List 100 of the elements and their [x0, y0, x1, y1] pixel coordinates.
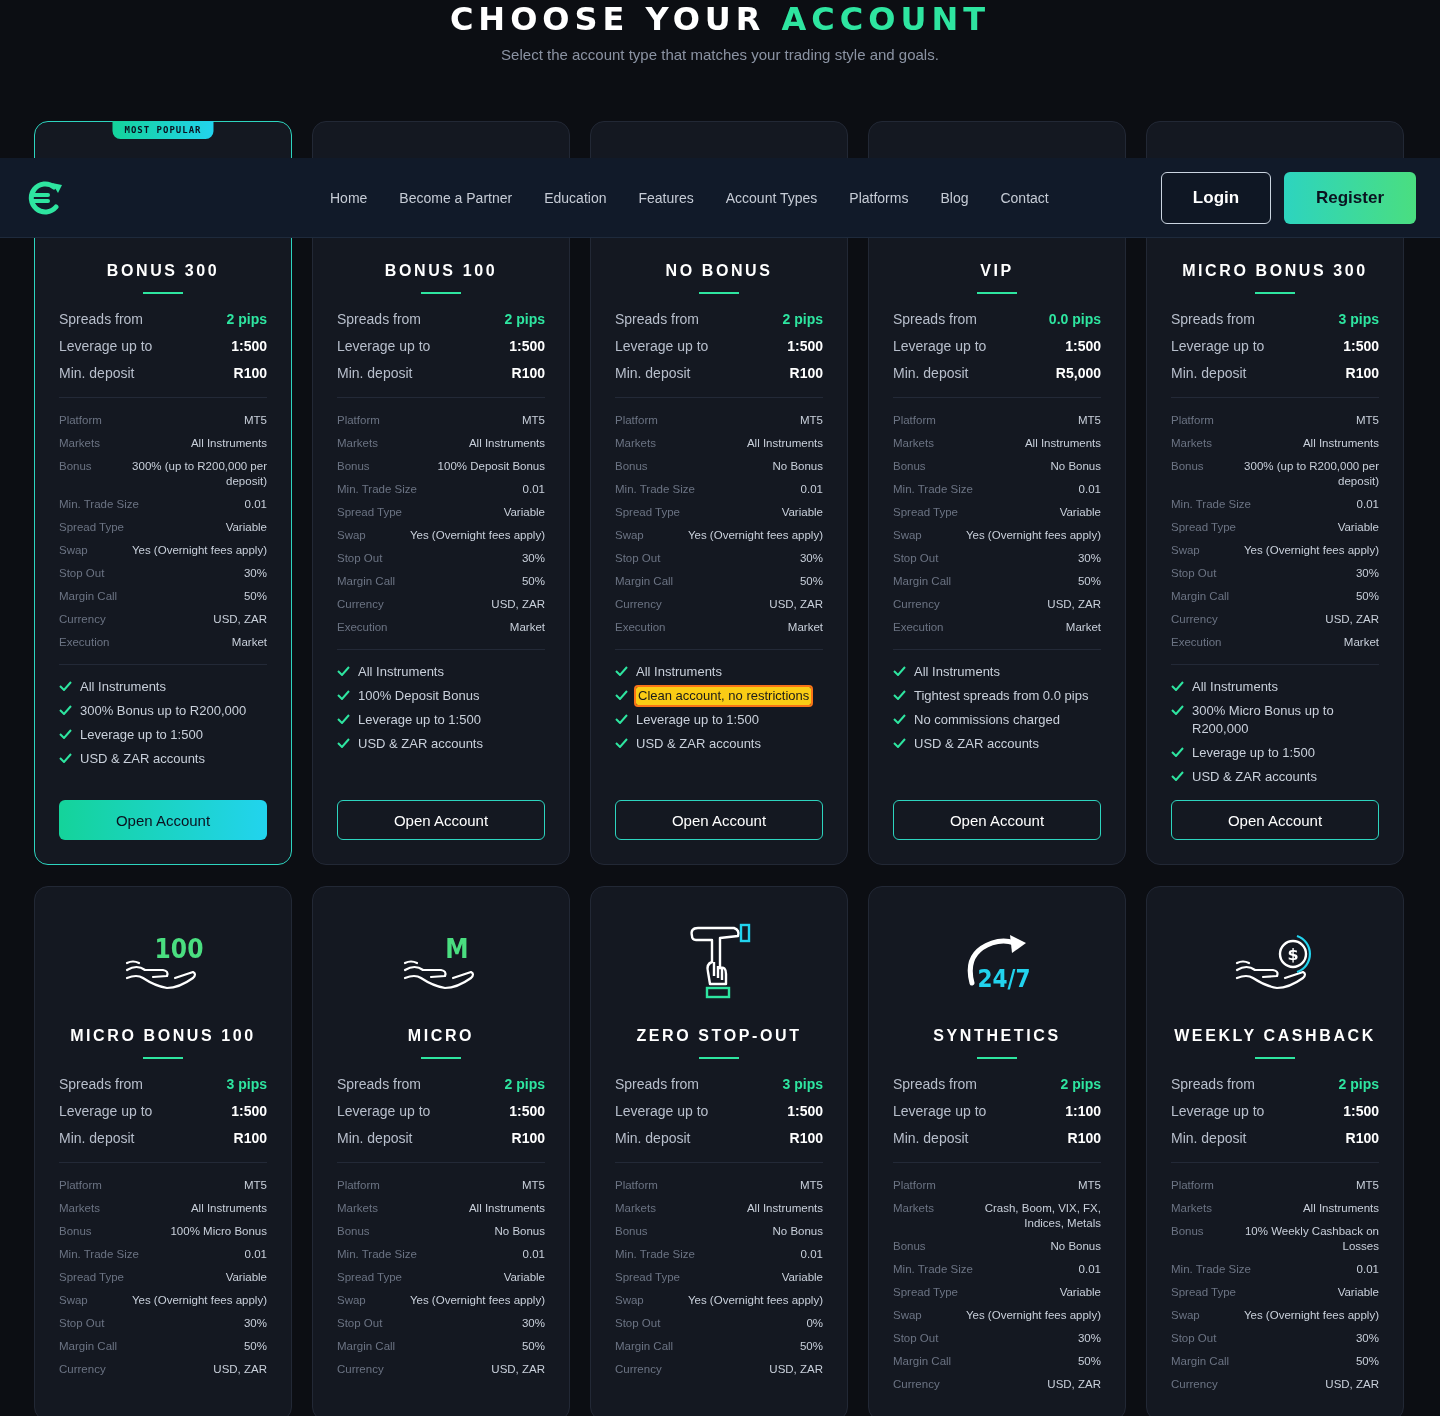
- detail-value: USD, ZAR: [769, 597, 823, 612]
- detail-value: 0.01: [1356, 1262, 1379, 1277]
- stat-value: R100: [1345, 364, 1379, 383]
- stat-label: Min. deposit: [337, 364, 413, 383]
- detail-value: MT5: [1356, 413, 1379, 428]
- stat-label: Leverage up to: [1171, 337, 1265, 356]
- detail-value: Yes (Overnight fees apply): [131, 1293, 267, 1308]
- detail-value: 100% Deposit Bonus: [437, 459, 545, 474]
- detail-label: Markets: [893, 1201, 934, 1216]
- detail-value: 0.01: [1078, 482, 1101, 497]
- title-underline: [1255, 1057, 1295, 1059]
- open-account-button[interactable]: Open Account: [1171, 800, 1379, 840]
- stat-label: Min. deposit: [615, 1129, 691, 1148]
- detail-label: Stop Out: [337, 1316, 383, 1331]
- detail-value: 100% Micro Bonus: [170, 1224, 267, 1239]
- title-underline: [699, 1057, 739, 1059]
- account-name: WEEKLY CASHBACK: [1173, 1027, 1377, 1045]
- detail-value: All Instruments: [190, 436, 267, 451]
- detail-value: 0.01: [522, 482, 545, 497]
- detail-label: Bonus: [59, 459, 92, 474]
- detail-label: Stop Out: [59, 1316, 105, 1331]
- login-button[interactable]: Login: [1161, 171, 1271, 224]
- feature-text: USD & ZAR accounts: [358, 735, 483, 753]
- detail-value: USD, ZAR: [213, 612, 267, 627]
- open-account-button[interactable]: Open Account: [59, 800, 267, 840]
- detail-value: All Instruments: [468, 436, 545, 451]
- detail-value: 50%: [1355, 589, 1379, 604]
- nav-link[interactable]: Become a Partner: [399, 189, 513, 206]
- detail-value: MT5: [1078, 413, 1101, 428]
- feature-text: No commissions charged: [914, 711, 1060, 729]
- open-account-button[interactable]: Open Account: [337, 800, 545, 840]
- detail-value: MT5: [800, 1178, 823, 1193]
- detail-label: Spread Type: [59, 1270, 124, 1285]
- nav-link[interactable]: Blog: [940, 189, 969, 206]
- detail-value: 50%: [1355, 1354, 1379, 1369]
- detail-label: Currency: [59, 612, 106, 627]
- account-name: BONUS 300: [105, 262, 221, 280]
- detail-value: 30%: [1077, 551, 1101, 566]
- detail-value: 30%: [243, 1316, 267, 1331]
- nav-link[interactable]: Features: [638, 189, 694, 206]
- detail-value: 30%: [1355, 1331, 1379, 1346]
- check-icon: [615, 738, 628, 748]
- detail-label: Spread Type: [1171, 1285, 1236, 1300]
- detail-label: Bonus: [893, 1239, 926, 1254]
- detail-label: Platform: [615, 1178, 658, 1193]
- check-icon: [337, 666, 350, 676]
- detail-label: Markets: [893, 436, 934, 451]
- detail-value: 50%: [243, 589, 267, 604]
- title-underline: [977, 1057, 1017, 1059]
- stat-label: Leverage up to: [615, 1102, 709, 1121]
- stat-label: Min. deposit: [893, 364, 969, 383]
- open-account-button[interactable]: Open Account: [615, 800, 823, 840]
- detail-label: Platform: [893, 1178, 936, 1193]
- account-name: ZERO STOP-OUT: [635, 1027, 803, 1045]
- stat-label: Min. deposit: [893, 1129, 969, 1148]
- stat-label: Min. deposit: [337, 1129, 413, 1148]
- stat-value: 2 pips: [782, 310, 823, 329]
- stat-label: Spreads from: [615, 310, 700, 329]
- detail-label: Execution: [59, 635, 110, 650]
- detail-value: USD, ZAR: [491, 1362, 545, 1377]
- detail-label: Min. Trade Size: [615, 1247, 695, 1262]
- feature-text: USD & ZAR accounts: [914, 735, 1039, 753]
- stat-label: Leverage up to: [337, 1102, 431, 1121]
- detail-value: MT5: [1078, 1178, 1101, 1193]
- page-subtitle: Select the account type that matches your trading style and goals.: [501, 46, 939, 63]
- open-account-button[interactable]: Open Account: [893, 800, 1101, 840]
- nav-link[interactable]: Home: [330, 189, 368, 206]
- stat-label: Min. deposit: [615, 364, 691, 383]
- detail-label: Platform: [337, 413, 380, 428]
- detail-value: All Instruments: [746, 1201, 823, 1216]
- nav-link[interactable]: Contact: [1000, 189, 1049, 206]
- detail-label: Margin Call: [337, 574, 396, 589]
- detail-value: All Instruments: [746, 436, 823, 451]
- detail-value: All Instruments: [1024, 436, 1101, 451]
- detail-value: Crash, Boom, VIX, FX, Indices, Metals: [983, 1201, 1101, 1231]
- detail-value: Variable: [503, 505, 545, 520]
- detail-label: Swap: [337, 528, 366, 543]
- stat-label: Spreads from: [615, 1075, 700, 1094]
- detail-label: Bonus: [59, 1224, 92, 1239]
- nav-link[interactable]: Platforms: [849, 189, 909, 206]
- detail-value: 30%: [1077, 1331, 1101, 1346]
- detail-label: Stop Out: [615, 1316, 661, 1331]
- detail-label: Stop Out: [1171, 1331, 1217, 1346]
- detail-label: Stop Out: [893, 1331, 939, 1346]
- detail-value: USD, ZAR: [1047, 1377, 1101, 1392]
- nav-link[interactable]: Account Types: [725, 189, 818, 206]
- check-icon: [615, 666, 628, 676]
- stat-label: Spreads from: [337, 1075, 422, 1094]
- detail-value: USD, ZAR: [1325, 1377, 1379, 1392]
- detail-value: 50%: [1077, 1354, 1101, 1369]
- detail-label: Min. Trade Size: [893, 482, 973, 497]
- stat-value: 1:500: [509, 337, 545, 356]
- detail-label: Bonus: [337, 1224, 370, 1239]
- detail-label: Spread Type: [59, 520, 124, 535]
- detail-value: 50%: [521, 574, 545, 589]
- register-button[interactable]: Register: [1284, 171, 1416, 224]
- stat-value: R5,000: [1055, 364, 1101, 383]
- detail-label: Stop Out: [615, 551, 661, 566]
- stat-label: Spreads from: [893, 310, 978, 329]
- nav-link[interactable]: Education: [544, 189, 607, 206]
